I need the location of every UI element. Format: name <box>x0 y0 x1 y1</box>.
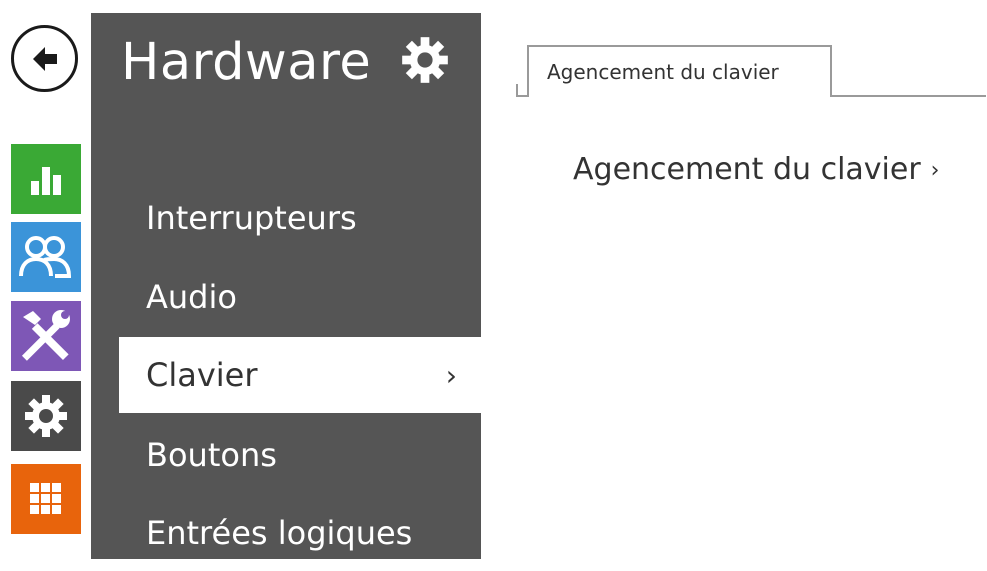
hardware-menu-panel: Hardware Interrupteurs Audio Clavier › B… <box>91 13 481 559</box>
menu-item-label: Boutons <box>146 436 277 474</box>
services-tile[interactable] <box>11 301 81 371</box>
chevron-right-icon: › <box>445 359 457 392</box>
menu-item-interrupteurs[interactable]: Interrupteurs <box>91 180 481 256</box>
panel-title: Hardware <box>121 33 372 92</box>
menu-item-entrees-logiques[interactable]: Entrées logiques <box>91 495 481 571</box>
arrow-left-icon <box>32 46 57 71</box>
gear-icon <box>25 395 67 437</box>
menu-item-boutons[interactable]: Boutons <box>91 417 481 493</box>
users-tile[interactable] <box>11 222 81 292</box>
menu-item-label: Interrupteurs <box>146 199 357 237</box>
bar-chart-icon <box>31 167 61 195</box>
menu-item-label: Entrées logiques <box>146 514 413 552</box>
users-icon <box>19 236 72 278</box>
menu-item-label: Audio <box>146 278 237 316</box>
apps-tile[interactable] <box>11 464 81 534</box>
grid-icon <box>30 483 61 514</box>
back-button[interactable] <box>11 25 78 92</box>
menu-item-audio[interactable]: Audio <box>91 259 481 335</box>
tab-bar-edge <box>516 84 518 97</box>
menu-item-label: Clavier <box>146 356 258 394</box>
gear-icon[interactable] <box>400 35 450 85</box>
menu-item-clavier[interactable]: Clavier › <box>119 337 481 413</box>
section-title: Agencement du clavier <box>573 152 921 187</box>
tools-icon <box>21 310 70 361</box>
tab-label: Agencement du clavier <box>547 60 779 84</box>
chevron-right-icon: › <box>930 158 940 183</box>
tab-agencement-du-clavier[interactable]: Agencement du clavier <box>527 45 832 97</box>
section-link-agencement[interactable]: Agencement du clavier › <box>573 152 939 187</box>
dashboard-tile[interactable] <box>11 144 81 214</box>
settings-tile[interactable] <box>11 381 81 451</box>
